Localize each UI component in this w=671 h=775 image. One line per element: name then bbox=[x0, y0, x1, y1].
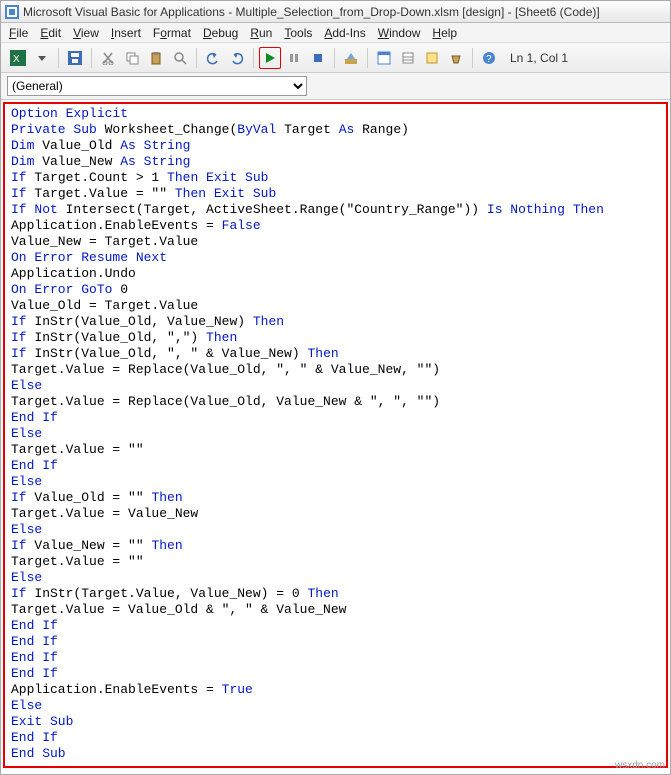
menu-debug[interactable]: Debug bbox=[203, 26, 238, 40]
svg-text:X: X bbox=[13, 54, 20, 65]
dropdown-arrow-icon[interactable] bbox=[31, 47, 53, 69]
separator bbox=[91, 48, 92, 68]
toolbox-button[interactable] bbox=[445, 47, 467, 69]
vba-app-icon bbox=[5, 5, 19, 19]
properties-button[interactable] bbox=[397, 47, 419, 69]
menu-edit[interactable]: Edit bbox=[40, 26, 61, 40]
separator bbox=[196, 48, 197, 68]
save-button[interactable] bbox=[64, 47, 86, 69]
help-button[interactable]: ? bbox=[478, 47, 500, 69]
project-explorer-button[interactable] bbox=[373, 47, 395, 69]
menu-bar: File Edit View Insert Format Debug Run T… bbox=[1, 23, 670, 43]
watermark: wsxdn.com bbox=[615, 760, 665, 771]
toolbar: X ? Ln 1, Col 1 bbox=[1, 43, 670, 73]
menu-file[interactable]: File bbox=[9, 26, 28, 40]
separator bbox=[253, 48, 254, 68]
menu-tools[interactable]: Tools bbox=[284, 26, 312, 40]
run-button[interactable] bbox=[259, 47, 281, 69]
code-editor[interactable]: Option Explicit Private Sub Worksheet_Ch… bbox=[3, 102, 668, 768]
object-dropdown-bar: (General) bbox=[1, 73, 670, 100]
code-text[interactable]: Option Explicit Private Sub Worksheet_Ch… bbox=[11, 106, 660, 762]
menu-run[interactable]: Run bbox=[250, 26, 272, 40]
redo-button[interactable] bbox=[226, 47, 248, 69]
find-button[interactable] bbox=[169, 47, 191, 69]
separator bbox=[472, 48, 473, 68]
menu-view[interactable]: View bbox=[73, 26, 99, 40]
menu-window[interactable]: Window bbox=[378, 26, 421, 40]
view-excel-button[interactable]: X bbox=[7, 47, 29, 69]
design-mode-button[interactable] bbox=[340, 47, 362, 69]
menu-format[interactable]: Format bbox=[153, 26, 191, 40]
menu-help[interactable]: Help bbox=[432, 26, 457, 40]
paste-button[interactable] bbox=[145, 47, 167, 69]
undo-button[interactable] bbox=[202, 47, 224, 69]
cut-button[interactable] bbox=[97, 47, 119, 69]
svg-text:?: ? bbox=[486, 54, 492, 65]
object-browser-button[interactable] bbox=[421, 47, 443, 69]
break-button[interactable] bbox=[283, 47, 305, 69]
menu-insert[interactable]: Insert bbox=[111, 26, 141, 40]
separator bbox=[367, 48, 368, 68]
menu-addins[interactable]: Add-Ins bbox=[324, 26, 365, 40]
copy-button[interactable] bbox=[121, 47, 143, 69]
object-dropdown[interactable]: (General) bbox=[7, 76, 307, 96]
separator bbox=[58, 48, 59, 68]
reset-button[interactable] bbox=[307, 47, 329, 69]
window-title: Microsoft Visual Basic for Applications … bbox=[23, 5, 600, 19]
separator bbox=[334, 48, 335, 68]
title-bar: Microsoft Visual Basic for Applications … bbox=[1, 1, 670, 23]
cursor-position: Ln 1, Col 1 bbox=[510, 51, 568, 65]
